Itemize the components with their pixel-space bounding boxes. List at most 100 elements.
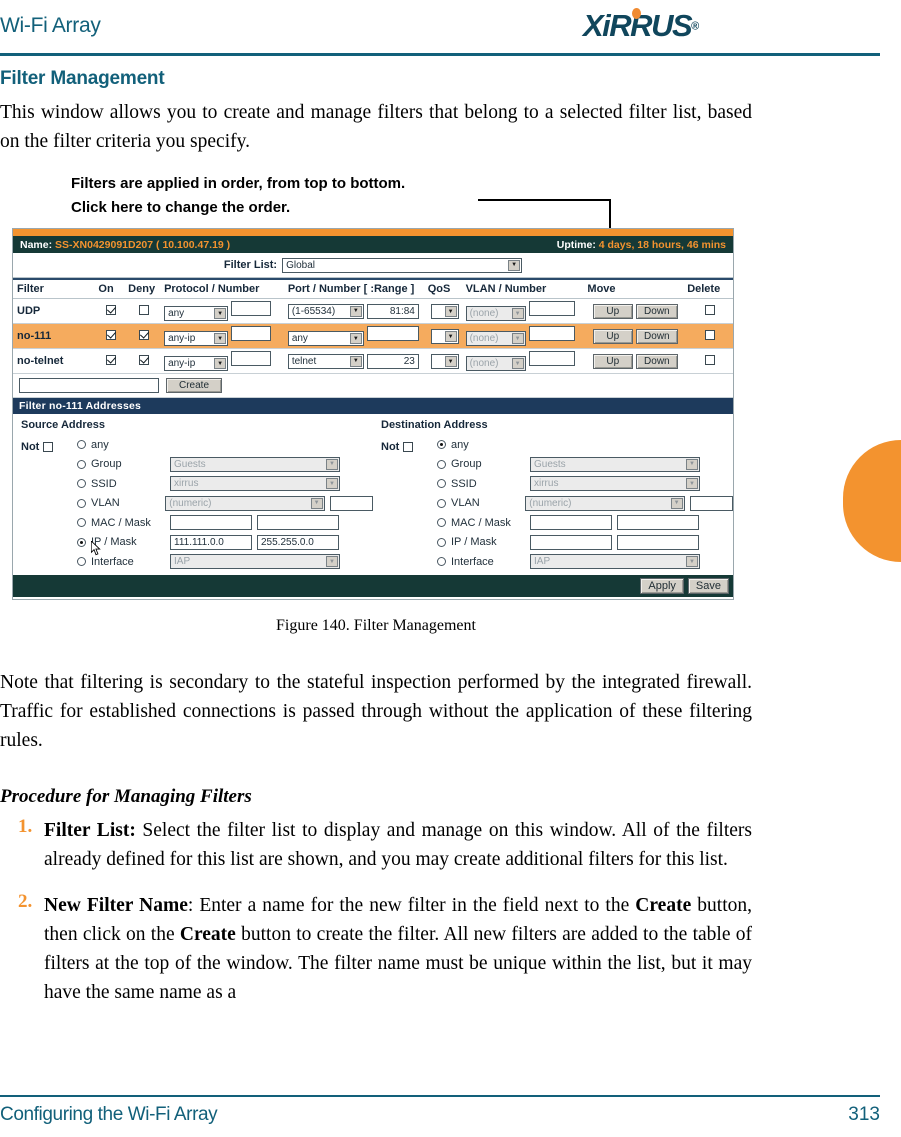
deny-checkbox[interactable]	[139, 329, 150, 340]
destination-not-label: Not	[381, 441, 400, 453]
cell-port: (1-65534) ▼ 81:84	[283, 298, 424, 324]
text-input[interactable]	[530, 515, 612, 531]
cell-move: Up Down	[583, 348, 684, 374]
delete-checkbox[interactable]	[705, 304, 716, 315]
source-radio-group[interactable]	[77, 459, 86, 469]
chevron-down-icon: ▼	[214, 308, 227, 319]
apply-button[interactable]: Apply	[640, 577, 684, 594]
filter-list-select[interactable]: Global ▼	[282, 257, 523, 273]
dropdown[interactable]: any ▼	[164, 306, 229, 321]
source-not-checkbox[interactable]	[43, 442, 54, 452]
destination-radio-ip-mask[interactable]	[437, 537, 446, 547]
destination-radio-vlan[interactable]	[437, 498, 446, 508]
destination-radio-ssid[interactable]	[437, 479, 446, 489]
text-input[interactable]	[170, 515, 252, 531]
text-input[interactable]	[231, 301, 272, 316]
destination-radio-interface[interactable]	[437, 557, 446, 567]
dropdown[interactable]: ▼	[430, 329, 459, 345]
text-input[interactable]	[689, 495, 733, 511]
move-down-button[interactable]: Down	[635, 303, 678, 319]
move-up-button[interactable]: Up	[592, 328, 633, 344]
delete-checkbox[interactable]	[705, 354, 716, 365]
dropdown[interactable]: (none) ▼	[465, 306, 526, 321]
addresses-body: Source Address Not any Group Guests ▼ SSID xi…	[13, 414, 733, 575]
cell-port: telnet ▼ 23	[283, 348, 424, 374]
text-input[interactable]: 255.255.0.0	[257, 534, 339, 550]
dropdown[interactable]: Guests ▼	[170, 456, 340, 472]
source-radio-ssid[interactable]	[77, 479, 86, 489]
orange-accent-strip	[13, 229, 733, 236]
dropdown[interactable]: xirrus ▼	[530, 476, 700, 492]
destination-radio-mac-mask[interactable]	[437, 518, 446, 528]
source-radio-ip-mask[interactable]	[77, 537, 86, 547]
source-radio-interface[interactable]	[77, 557, 86, 567]
destination-radio-any[interactable]	[437, 440, 446, 450]
dropdown[interactable]: (numeric) ▼	[525, 495, 685, 511]
dropdown[interactable]: xirrus ▼	[170, 476, 340, 492]
dropdown-value: any	[168, 308, 185, 319]
dropdown-value: (none)	[469, 358, 499, 369]
col-port: Port / Number [ :Range ]	[283, 278, 424, 299]
callout-leader-horizontal	[478, 199, 611, 201]
dropdown[interactable]: (1-65534) ▼	[287, 303, 364, 319]
destination-option-label: VLAN	[451, 497, 480, 510]
text-input[interactable]	[257, 515, 339, 531]
dropdown[interactable]: IAP ▼	[530, 554, 700, 570]
move-down-button[interactable]: Down	[635, 328, 678, 344]
source-radio-vlan[interactable]	[77, 498, 86, 508]
dropdown[interactable]: any ▼	[287, 331, 364, 346]
deny-checkbox[interactable]	[139, 354, 150, 365]
dropdown[interactable]: any-ip ▼	[164, 356, 229, 371]
dropdown[interactable]: any-ip ▼	[164, 331, 229, 346]
col-on: On	[94, 278, 125, 299]
move-down-button[interactable]: Down	[635, 353, 678, 369]
source-radio-mac-mask[interactable]	[77, 518, 86, 528]
save-button[interactable]: Save	[687, 577, 729, 594]
text-input[interactable]	[366, 326, 419, 341]
text-input[interactable]	[528, 326, 575, 341]
cell-vlan: (none) ▼	[461, 323, 584, 349]
filter-addresses-bar: Filter no-111 Addresses	[13, 398, 733, 414]
procedure-number: 2.	[18, 891, 33, 912]
text-input[interactable]	[231, 351, 272, 366]
move-up-button[interactable]: Up	[592, 353, 633, 369]
text-input[interactable]	[528, 351, 575, 366]
destination-radio-group[interactable]	[437, 459, 446, 469]
new-filter-name-input[interactable]	[19, 378, 159, 393]
on-checkbox[interactable]	[106, 304, 117, 315]
text-input[interactable]: 81:84	[366, 303, 419, 319]
dropdown[interactable]: Guests ▼	[530, 456, 700, 472]
text-input[interactable]	[617, 534, 699, 550]
text-input[interactable]: 111.111.0.0	[170, 534, 252, 550]
dropdown[interactable]: (none) ▼	[465, 331, 526, 346]
dropdown[interactable]: IAP ▼	[170, 554, 340, 570]
delete-checkbox[interactable]	[705, 329, 716, 340]
xirrus-logo: XiRRUS®	[583, 8, 753, 44]
move-up-button[interactable]: Up	[592, 303, 633, 319]
chevron-down-icon: ▼	[511, 333, 524, 344]
text-input[interactable]	[617, 515, 699, 531]
chevron-down-icon: ▼	[310, 497, 323, 509]
text-input[interactable]: 23	[366, 353, 419, 369]
create-button[interactable]: Create	[166, 378, 223, 393]
destination-not-checkbox[interactable]	[403, 442, 414, 452]
device-identity: Name: SS-XN0429091D207 ( 10.100.47.19 )	[20, 239, 230, 251]
text-input[interactable]	[231, 326, 272, 341]
table-row: no-111 any-ip ▼ any ▼ ▼ (none) ▼ Up Down	[13, 323, 733, 349]
text-input[interactable]	[329, 495, 373, 511]
source-option-label: Group	[91, 458, 122, 471]
deny-checkbox[interactable]	[139, 304, 150, 315]
source-radio-any[interactable]	[77, 440, 86, 450]
on-checkbox[interactable]	[106, 329, 117, 340]
dropdown[interactable]: ▼	[430, 354, 459, 370]
text-input[interactable]	[530, 534, 612, 550]
dropdown[interactable]: (none) ▼	[465, 356, 526, 371]
dropdown[interactable]: telnet ▼	[287, 353, 364, 369]
text-input[interactable]	[528, 301, 575, 316]
chevron-down-icon: ▼	[214, 333, 227, 344]
dropdown[interactable]: ▼	[430, 304, 459, 320]
cell-qos: ▼	[423, 323, 462, 349]
uptime-label: Uptime:	[556, 238, 596, 251]
dropdown[interactable]: (numeric) ▼	[165, 495, 325, 511]
on-checkbox[interactable]	[106, 354, 117, 365]
